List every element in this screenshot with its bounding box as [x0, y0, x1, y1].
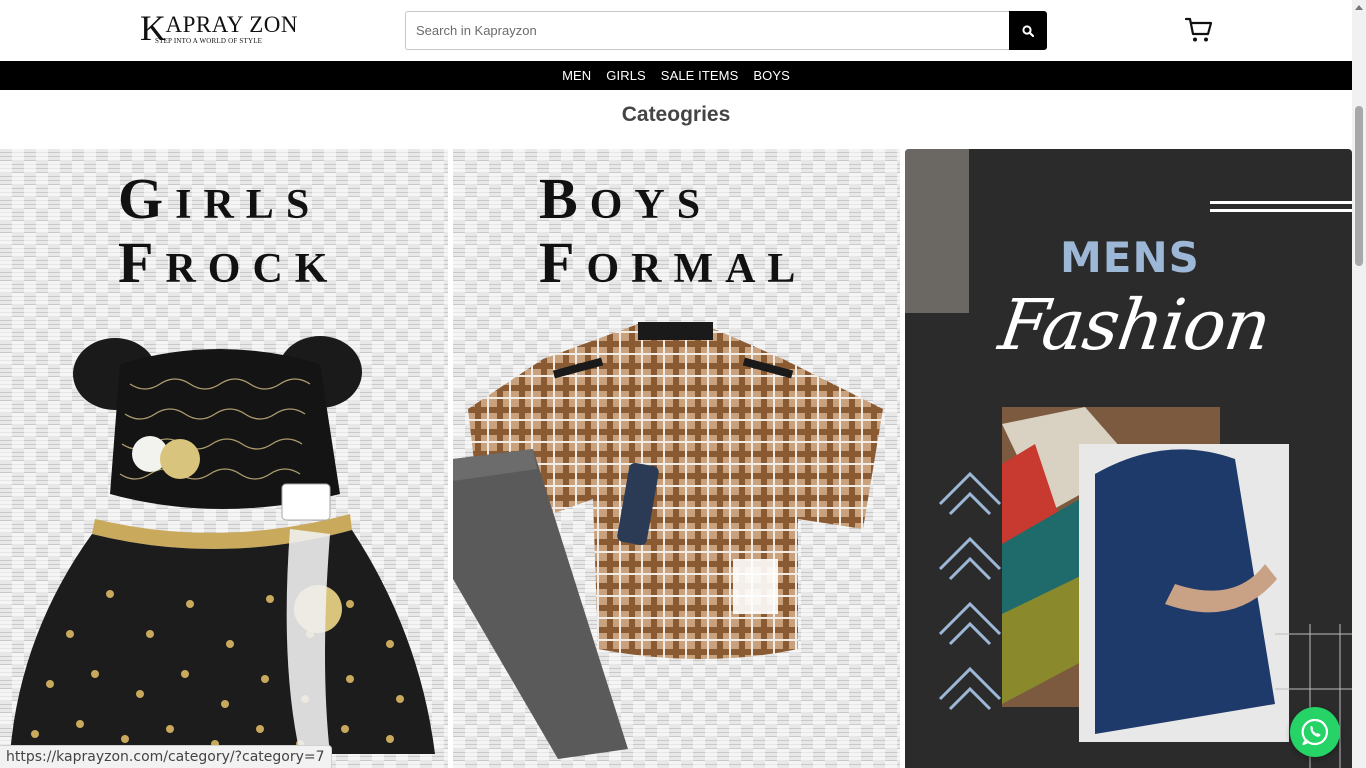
whatsapp-icon — [1301, 718, 1329, 746]
site-header: KAPRAY ZON STEP INTO A WORLD OF STYLE — [0, 0, 1352, 61]
decorative-lines — [1210, 201, 1352, 212]
mens-script: Fashion — [994, 284, 1275, 366]
page-scrollbar[interactable] — [1352, 0, 1366, 768]
logo-tagline: STEP INTO A WORLD OF STYLE — [155, 37, 263, 45]
category-card-girls-frock[interactable]: GIRLS FROCK — [0, 149, 448, 768]
section-title: Cateogries — [621, 103, 731, 126]
category-card-boys-formal[interactable]: BOYS FORMAL — [453, 149, 900, 768]
search-icon — [1022, 24, 1034, 37]
boys-formal-image — [453, 322, 883, 759]
scroll-thumb[interactable] — [1355, 106, 1363, 266]
mens-fashion-image — [938, 407, 1352, 768]
site-logo[interactable]: KAPRAY ZON STEP INTO A WORLD OF STYLE — [140, 10, 298, 50]
status-bar-url: https://kaprayzon.com/category/?category… — [0, 745, 332, 768]
banner-title-line2: FORMAL — [539, 230, 808, 295]
nav-item-men[interactable]: MEN — [562, 68, 591, 83]
nav-item-girls[interactable]: GIRLS — [606, 68, 646, 83]
girls-frock-image — [10, 336, 435, 754]
category-card-mens-fashion[interactable]: MENS Fashion — [905, 149, 1352, 768]
decorative-block — [905, 149, 969, 313]
main-nav: MEN GIRLS SALE ITEMS BOYS — [0, 61, 1352, 90]
whatsapp-button[interactable] — [1290, 707, 1340, 757]
mens-title: MENS — [1060, 233, 1200, 282]
scroll-up-arrow[interactable] — [1352, 0, 1366, 14]
banner-title-line2: FROCK — [118, 230, 340, 295]
search-bar — [405, 11, 1047, 50]
nav-item-sale-items[interactable]: SALE ITEMS — [661, 68, 739, 83]
cart-icon — [1184, 17, 1213, 42]
nav-item-boys[interactable]: BOYS — [753, 68, 790, 83]
banner-title-line1: BOYS — [539, 166, 713, 231]
search-input[interactable] — [405, 11, 1009, 50]
banner-title-line1: GIRLS — [118, 166, 322, 231]
search-button[interactable] — [1009, 11, 1047, 50]
cart-button[interactable] — [1184, 17, 1213, 43]
